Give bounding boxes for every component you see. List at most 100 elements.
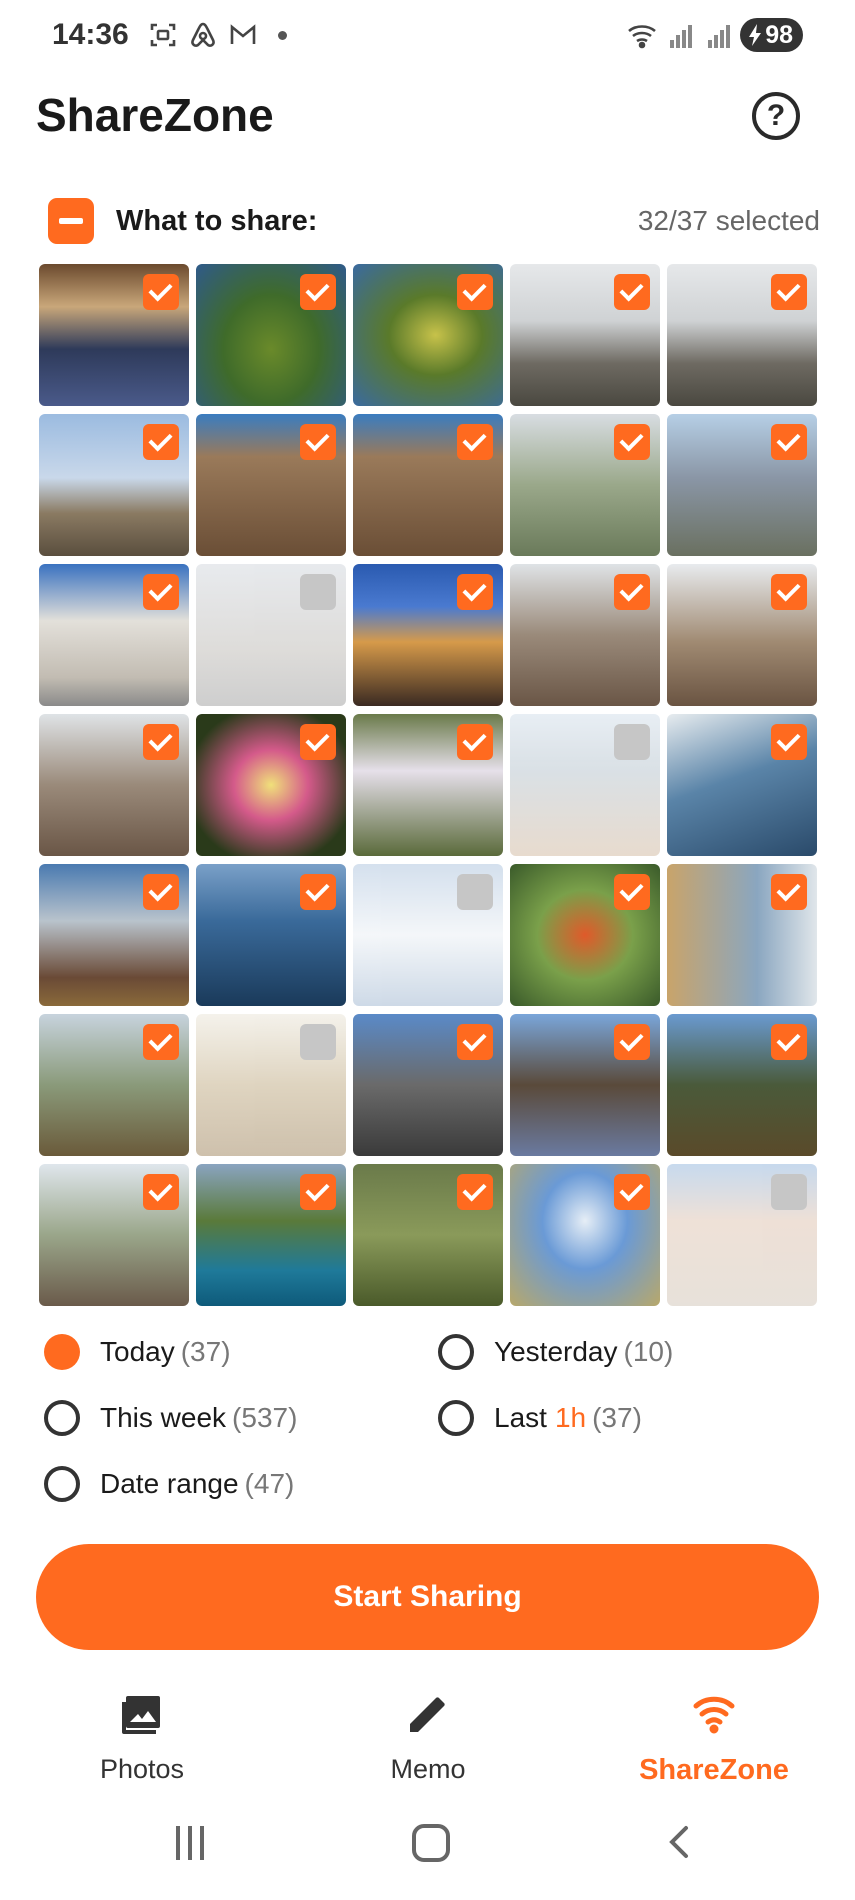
photo-tile[interactable] [196,714,346,856]
photo-checkbox-checked[interactable] [614,274,650,310]
photo-checkbox-unchecked[interactable] [614,724,650,760]
photo-tile[interactable] [39,1014,189,1156]
photo-tile[interactable] [510,564,660,706]
photo-tile[interactable] [39,414,189,556]
photo-checkbox-unchecked[interactable] [771,1174,807,1210]
photo-checkbox-checked[interactable] [143,874,179,910]
photo-tile[interactable] [667,564,817,706]
photo-checkbox-checked[interactable] [300,424,336,460]
option-today[interactable]: Today (37) [44,1332,231,1372]
photo-tile[interactable] [196,414,346,556]
photo-checkbox-checked[interactable] [457,424,493,460]
option-date-range-label: Date range [100,1468,239,1499]
option-this-week[interactable]: This week (537) [44,1398,297,1438]
photo-checkbox-checked[interactable] [771,1024,807,1060]
photo-checkbox-checked[interactable] [771,574,807,610]
photo-grid [39,264,818,1306]
photo-tile[interactable] [353,264,503,406]
photo-tile[interactable] [667,1164,817,1306]
help-button[interactable]: ? [752,92,800,140]
photo-checkbox-checked[interactable] [143,724,179,760]
photo-tile[interactable] [196,1014,346,1156]
select-all-checkbox[interactable] [48,198,94,244]
option-this-week-count: (537) [232,1402,298,1433]
photo-tile[interactable] [667,714,817,856]
photo-checkbox-checked[interactable] [143,274,179,310]
nav-photos[interactable]: Photos [42,1690,242,1785]
option-date-range[interactable]: Date range (47) [44,1464,294,1504]
option-yesterday-label: Yesterday [494,1336,618,1367]
photo-tile[interactable] [196,264,346,406]
airbnb-icon [191,22,215,47]
photo-checkbox-checked[interactable] [614,574,650,610]
photo-tile[interactable] [353,714,503,856]
photo-checkbox-checked[interactable] [300,1174,336,1210]
photo-tile[interactable] [510,864,660,1006]
photo-tile[interactable] [667,414,817,556]
photo-checkbox-checked[interactable] [771,874,807,910]
photo-tile[interactable] [510,1014,660,1156]
photo-tile[interactable] [510,414,660,556]
photo-tile[interactable] [510,714,660,856]
photo-checkbox-checked[interactable] [300,274,336,310]
share-label: What to share: [116,205,318,237]
photo-checkbox-unchecked[interactable] [300,1024,336,1060]
option-last-interval[interactable]: 1h [555,1402,586,1434]
photo-checkbox-checked[interactable] [457,574,493,610]
photo-tile[interactable] [667,864,817,1006]
photo-checkbox-unchecked[interactable] [457,874,493,910]
photo-tile[interactable] [39,564,189,706]
photo-checkbox-checked[interactable] [614,874,650,910]
photo-checkbox-checked[interactable] [143,1174,179,1210]
photo-checkbox-unchecked[interactable] [300,574,336,610]
photo-tile[interactable] [353,564,503,706]
radio-today[interactable] [44,1334,80,1370]
photo-tile[interactable] [353,1164,503,1306]
option-last[interactable]: Last 1h (37) [438,1398,642,1438]
photo-tile[interactable] [196,864,346,1006]
photo-tile[interactable] [510,264,660,406]
photo-checkbox-checked[interactable] [614,1174,650,1210]
photo-tile[interactable] [196,564,346,706]
nav-sharezone[interactable]: ShareZone [614,1690,814,1787]
photo-checkbox-checked[interactable] [143,424,179,460]
wifi-share-icon [693,1696,735,1734]
selected-count: 32/37 selected [637,205,820,236]
photo-checkbox-checked[interactable] [771,274,807,310]
radio-last[interactable] [438,1400,474,1436]
photo-tile[interactable] [39,1164,189,1306]
photo-checkbox-checked[interactable] [143,1024,179,1060]
option-yesterday[interactable]: Yesterday (10) [438,1332,673,1372]
option-date-range-count: (47) [244,1468,295,1499]
recents-icon[interactable] [176,1826,210,1860]
back-icon[interactable] [660,1822,700,1862]
photo-tile[interactable] [39,714,189,856]
photo-tile[interactable] [353,414,503,556]
photo-checkbox-checked[interactable] [614,1024,650,1060]
photo-tile[interactable] [39,864,189,1006]
radio-yesterday[interactable] [438,1334,474,1370]
photo-checkbox-checked[interactable] [457,1024,493,1060]
option-today-label: Today [100,1336,175,1367]
photo-tile[interactable] [667,264,817,406]
photo-tile[interactable] [353,864,503,1006]
photo-tile[interactable] [667,1014,817,1156]
home-icon[interactable] [412,1824,450,1862]
photo-tile[interactable] [510,1164,660,1306]
photo-checkbox-checked[interactable] [457,274,493,310]
photo-checkbox-checked[interactable] [457,724,493,760]
photo-checkbox-checked[interactable] [300,874,336,910]
photo-checkbox-checked[interactable] [300,724,336,760]
photo-tile[interactable] [196,1164,346,1306]
nav-memo[interactable]: Memo [328,1690,528,1785]
start-sharing-button[interactable]: Start Sharing [36,1544,819,1650]
photo-tile[interactable] [39,264,189,406]
photo-checkbox-checked[interactable] [143,574,179,610]
photo-checkbox-checked[interactable] [771,724,807,760]
photo-tile[interactable] [353,1014,503,1156]
radio-date-range[interactable] [44,1466,80,1502]
photo-checkbox-checked[interactable] [457,1174,493,1210]
photo-checkbox-checked[interactable] [614,424,650,460]
radio-this-week[interactable] [44,1400,80,1436]
photo-checkbox-checked[interactable] [771,424,807,460]
